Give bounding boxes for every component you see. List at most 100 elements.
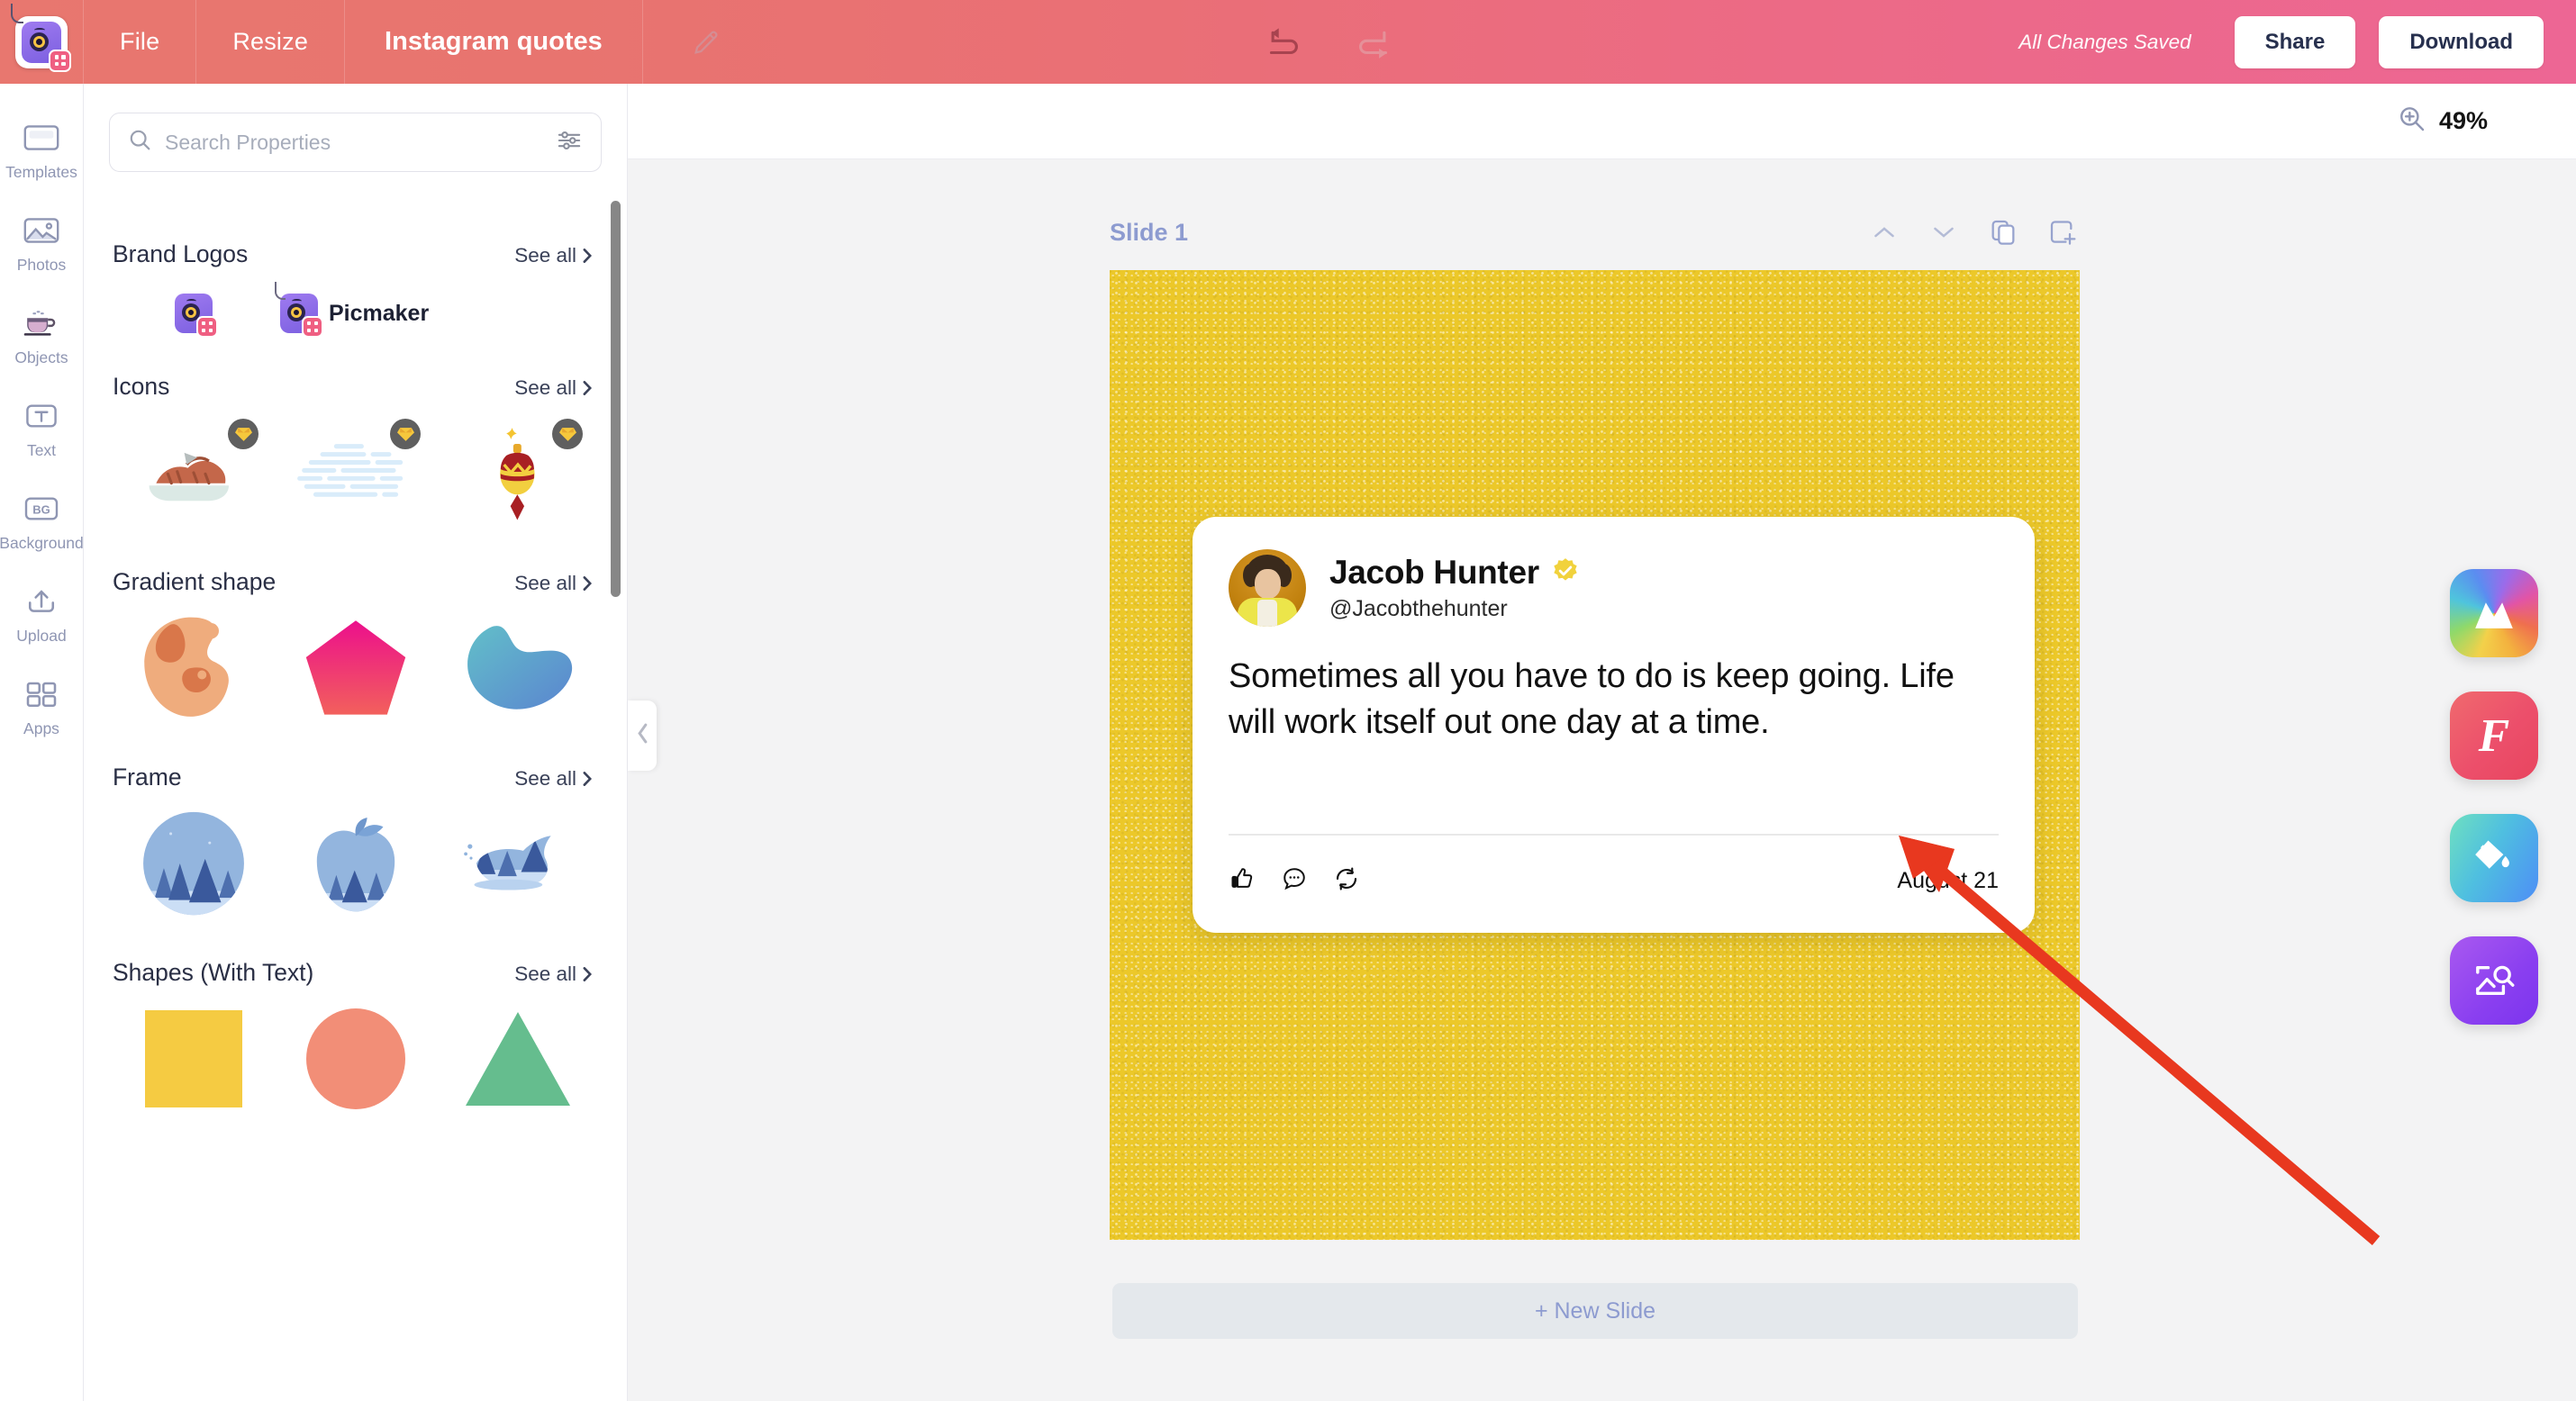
photos-icon (21, 212, 62, 249)
project-title[interactable]: Instagram quotes (345, 0, 643, 84)
icon-snow-cloud[interactable] (275, 417, 437, 529)
tweet-date: August 21 (1897, 867, 1999, 893)
section-header-gradient-shape: Gradient shape See all (84, 568, 627, 596)
history-controls (1261, 0, 1396, 84)
resize-menu[interactable]: Resize (196, 0, 346, 84)
logo-badge-decor (49, 49, 71, 72)
brand-wordmark-label: Picmaker (329, 300, 430, 326)
app-logo[interactable] (0, 0, 84, 84)
see-all-label: See all (514, 376, 576, 399)
share-button[interactable]: Share (2234, 15, 2356, 68)
shape-circle-salmon[interactable] (275, 1003, 437, 1115)
sidebar-label-background: Background (0, 533, 84, 552)
sidebar-item-upload[interactable]: Upload (0, 567, 84, 660)
save-status: All Changes Saved (2018, 30, 2191, 53)
verified-badge-icon (1551, 556, 1580, 590)
properties-panel: Brand Logos See all Picmaker (84, 84, 628, 1401)
move-slide-up-icon[interactable] (1867, 215, 1901, 249)
app-fonts-letter: F (2478, 710, 2510, 762)
sidebar-item-photos[interactable]: Photos (0, 196, 84, 289)
sidebar-label-text: Text (26, 440, 57, 459)
tweet-actions (1229, 865, 1360, 897)
sidebar-item-background[interactable]: BG Background (0, 475, 84, 567)
section-header-icons: Icons See all (84, 373, 627, 401)
app-button-fonts[interactable]: F (2450, 691, 2538, 780)
see-all-gradient-shape[interactable]: See all (514, 572, 594, 595)
search-input[interactable] (165, 130, 543, 155)
add-slide-icon[interactable] (2045, 215, 2080, 249)
frame-apple-forest[interactable] (275, 808, 437, 919)
icon-roast-dish[interactable] (113, 417, 275, 529)
slide-tools (1867, 215, 2080, 249)
gradient-blob-orange[interactable] (113, 612, 275, 724)
sidebar-item-text[interactable]: Text (0, 382, 84, 475)
app-button-rainbow-mountain[interactable] (2450, 569, 2538, 657)
section-header-frame: Frame See all (84, 764, 627, 791)
sidebar-label-photos: Photos (16, 255, 67, 274)
search-properties-box[interactable] (109, 113, 602, 172)
text-icon (21, 397, 62, 435)
svg-text:BG: BG (32, 502, 50, 516)
objects-cup-icon (21, 304, 62, 342)
frame-circle-forest[interactable] (113, 808, 275, 919)
redo-icon[interactable] (1355, 22, 1396, 63)
shape-square-yellow[interactable] (113, 1003, 275, 1115)
search-icon (128, 128, 152, 157)
sidebar-item-apps[interactable]: Apps (0, 660, 84, 753)
app-header: File Resize Instagram quotes All Changes… (0, 0, 2576, 84)
section-title: Shapes (With Text) (113, 959, 314, 986)
duplicate-slide-icon[interactable] (1986, 215, 2020, 249)
header-actions: All Changes Saved Share Download (2018, 0, 2544, 84)
sidebar-item-objects[interactable]: Objects (0, 289, 84, 382)
undo-icon[interactable] (1261, 22, 1302, 63)
section-title: Frame (113, 764, 182, 791)
app-button-paint-bucket[interactable] (2450, 814, 2538, 902)
templates-icon (21, 119, 62, 157)
floating-apps-column: F (2450, 569, 2538, 1025)
file-menu-label: File (120, 28, 160, 55)
section-title: Gradient shape (113, 568, 277, 595)
zoom-in-icon[interactable] (2398, 104, 2426, 138)
app-button-image-search[interactable] (2450, 936, 2538, 1025)
frame-whale-forest[interactable] (437, 808, 599, 919)
see-all-shapes-with-text[interactable]: See all (514, 963, 594, 986)
panel-collapse-handle[interactable] (628, 700, 657, 771)
premium-gem-icon (552, 419, 583, 449)
sidebar-label-upload: Upload (16, 626, 67, 645)
section-title: Icons (113, 373, 170, 400)
section-header-brand-logos: Brand Logos See all (84, 240, 627, 268)
gradient-blob-blue[interactable] (437, 612, 599, 724)
see-all-label: See all (514, 963, 576, 985)
sidebar-item-templates[interactable]: Templates (0, 104, 84, 196)
tweet-footer: August 21 (1229, 854, 1999, 908)
see-all-icons[interactable]: See all (514, 376, 594, 400)
sidebar-label-templates: Templates (5, 162, 77, 181)
gradient-shape-row (84, 612, 627, 724)
zoom-toolbar: 49% (628, 84, 2576, 159)
shape-triangle-green[interactable] (437, 1003, 599, 1115)
comment-bubble-icon[interactable] (1281, 865, 1308, 897)
see-all-frame[interactable]: See all (514, 767, 594, 791)
see-all-label: See all (514, 767, 576, 790)
tweet-header: Jacob Hunter @Jacobthehunter (1229, 549, 1999, 627)
retweet-icon[interactable] (1333, 865, 1360, 897)
filter-sliders-icon[interactable] (556, 129, 583, 157)
section-title: Brand Logos (113, 240, 249, 267)
panel-scrollbar[interactable] (611, 201, 621, 597)
add-new-slide-button[interactable]: + New Slide (1112, 1283, 2078, 1339)
see-all-brand-logos[interactable]: See all (514, 244, 594, 267)
tweet-card[interactable]: Jacob Hunter @Jacobthehunter Sometimes a… (1193, 517, 2035, 933)
gradient-pentagon-pink[interactable] (275, 612, 437, 724)
premium-gem-icon (390, 419, 421, 449)
brand-logo-wordmark[interactable]: Picmaker (275, 282, 430, 338)
brand-logo-mark[interactable] (113, 294, 275, 338)
download-button[interactable]: Download (2379, 15, 2544, 68)
see-all-label: See all (514, 244, 576, 267)
avatar (1229, 549, 1306, 627)
project-title-label: Instagram quotes (385, 27, 603, 56)
pencil-icon[interactable] (690, 26, 722, 59)
like-thumbs-up-icon[interactable] (1229, 865, 1256, 897)
icon-ornament[interactable] (437, 417, 599, 529)
move-slide-down-icon[interactable] (1927, 215, 1961, 249)
file-menu[interactable]: File (84, 0, 197, 84)
